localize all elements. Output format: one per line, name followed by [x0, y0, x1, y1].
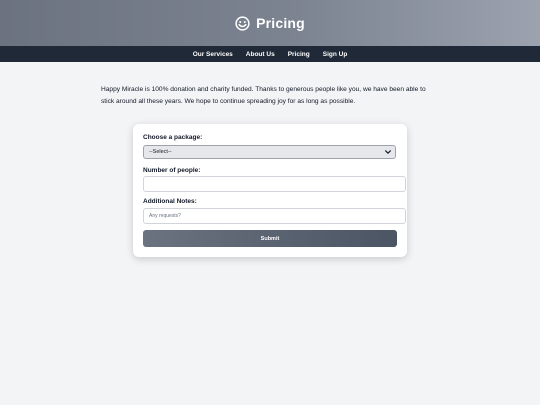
nav-link-pricing[interactable]: Pricing	[288, 51, 310, 58]
pricing-form-card: Choose a package: --Select-- Number of p…	[133, 124, 407, 257]
nav-link-about-us[interactable]: About Us	[246, 51, 275, 58]
people-input[interactable]	[143, 176, 406, 192]
people-label: Number of people:	[143, 167, 201, 174]
page-title: Pricing	[256, 15, 305, 31]
header-title-group: Pricing	[235, 15, 305, 31]
notes-input[interactable]: Any requests?	[143, 208, 406, 224]
page-header: Pricing	[0, 0, 540, 46]
nav-link-sign-up[interactable]: Sign Up	[323, 51, 348, 58]
nav-link-our-services[interactable]: Our Services	[193, 51, 233, 58]
main-nav: Our Services About Us Pricing Sign Up	[0, 46, 540, 62]
submit-button[interactable]: Submit	[143, 230, 397, 247]
package-select[interactable]: --Select--	[143, 145, 396, 159]
package-label: Choose a package:	[143, 134, 203, 141]
chevron-down-icon	[385, 150, 391, 154]
package-select-value: --Select--	[149, 149, 172, 155]
smiley-icon	[235, 15, 250, 31]
notes-label: Additional Notes:	[143, 198, 197, 205]
intro-paragraph: Happy Miracle is 100% donation and chari…	[101, 86, 426, 105]
